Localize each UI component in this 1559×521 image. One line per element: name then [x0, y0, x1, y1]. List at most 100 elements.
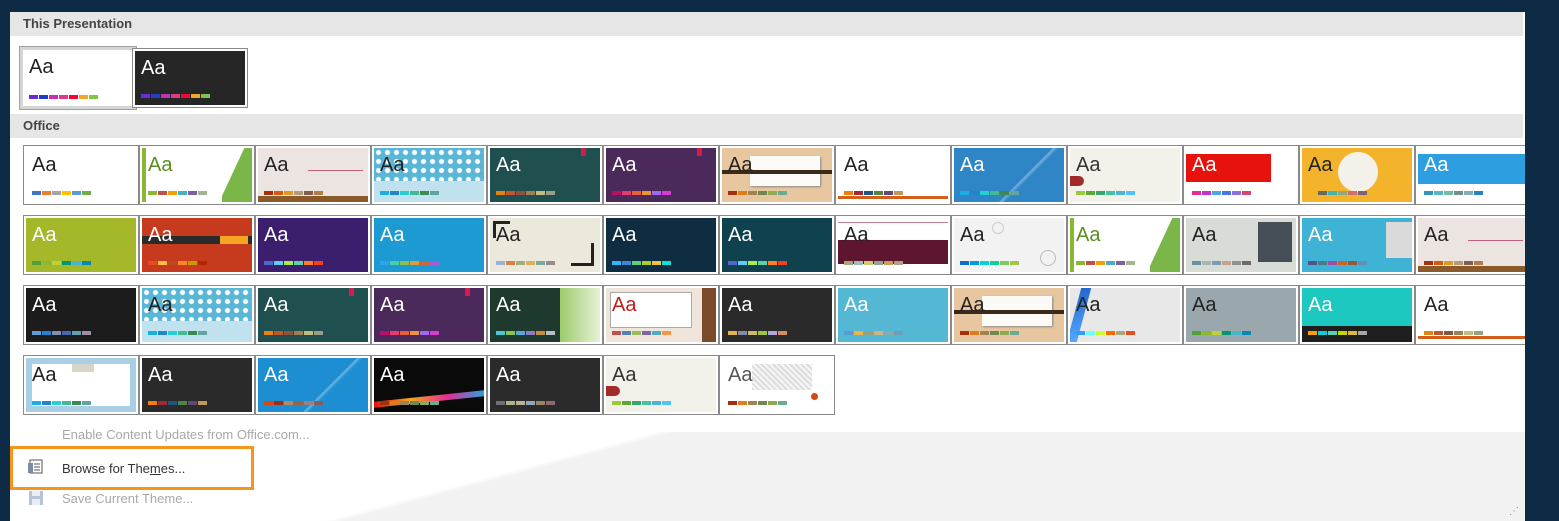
- theme-thumbnail-office[interactable]: Aa: [255, 355, 371, 415]
- theme-thumbnail-office[interactable]: Aa: [23, 285, 139, 345]
- theme-preview: Aa: [606, 358, 716, 412]
- color-swatch: [1086, 261, 1095, 265]
- color-swatch: [546, 191, 555, 195]
- theme-preview-text: Aa: [612, 154, 637, 176]
- color-swatch: [536, 191, 545, 195]
- color-swatch: [390, 331, 399, 335]
- theme-thumbnail-office[interactable]: Aa: [603, 285, 719, 345]
- theme-thumbnail-office[interactable]: Aa: [139, 215, 255, 275]
- theme-thumbnail-office[interactable]: Aa: [1299, 285, 1415, 345]
- color-swatch: [148, 191, 157, 195]
- theme-thumbnail-office[interactable]: Aa: [719, 145, 835, 205]
- theme-thumbnail-office[interactable]: Aa: [1067, 215, 1183, 275]
- theme-thumbnail-office[interactable]: Aa: [1415, 285, 1525, 345]
- theme-thumbnail-this-presentation[interactable]: Aa: [132, 48, 248, 108]
- slide-decoration: [222, 148, 252, 202]
- theme-thumbnail-office[interactable]: Aa: [371, 285, 487, 345]
- color-swatch: [62, 331, 71, 335]
- color-swatch: [79, 95, 88, 99]
- theme-color-swatches: [32, 331, 91, 335]
- theme-thumbnail-office[interactable]: Aa: [951, 145, 1067, 205]
- color-swatch: [1464, 331, 1473, 335]
- theme-thumbnail-office[interactable]: Aa: [139, 355, 255, 415]
- color-swatch: [1424, 261, 1433, 265]
- color-swatch: [738, 401, 747, 405]
- slide-decoration: [374, 390, 484, 408]
- theme-color-swatches: [148, 261, 207, 265]
- slide-decoration: [1418, 336, 1525, 339]
- theme-thumbnail-office[interactable]: Aa: [1067, 145, 1183, 205]
- theme-thumbnail-office[interactable]: Aa: [487, 285, 603, 345]
- resize-grip-icon[interactable]: ⋰: [1509, 506, 1519, 517]
- theme-thumbnail-office[interactable]: Aa: [835, 215, 951, 275]
- theme-preview: Aa: [1186, 288, 1296, 342]
- slide-decoration: [752, 364, 812, 390]
- theme-color-swatches: [496, 331, 555, 335]
- theme-thumbnail-office[interactable]: Aa: [1415, 145, 1525, 205]
- color-swatch: [1434, 261, 1443, 265]
- theme-preview: Aa: [26, 358, 136, 412]
- slide-decoration: [465, 288, 470, 296]
- theme-thumbnail-office[interactable]: Aa: [23, 355, 139, 415]
- theme-preview-text: Aa: [612, 294, 637, 316]
- color-swatch: [380, 261, 389, 265]
- color-swatch: [960, 331, 969, 335]
- theme-thumbnail-office[interactable]: Aa: [1067, 285, 1183, 345]
- theme-thumbnail-office[interactable]: Aa: [23, 215, 139, 275]
- theme-thumbnail-office[interactable]: Aa: [1183, 285, 1299, 345]
- theme-thumbnail-office[interactable]: Aa: [603, 355, 719, 415]
- theme-thumbnail-office[interactable]: Aa: [255, 215, 371, 275]
- theme-preview-text: Aa: [1076, 224, 1101, 246]
- theme-preview-text: Aa: [1192, 294, 1217, 316]
- theme-thumbnail-office[interactable]: Aa: [719, 355, 835, 415]
- theme-thumbnail-office[interactable]: Aa: [255, 145, 371, 205]
- theme-thumbnail-this-presentation[interactable]: Aa: [19, 46, 137, 110]
- theme-thumbnail-office[interactable]: Aa: [719, 285, 835, 345]
- color-swatch: [864, 261, 873, 265]
- theme-thumbnail-office[interactable]: Aa: [487, 355, 603, 415]
- theme-thumbnail-office[interactable]: Aa: [371, 355, 487, 415]
- theme-thumbnail-office[interactable]: Aa: [835, 145, 951, 205]
- theme-thumbnail-office[interactable]: Aa: [603, 215, 719, 275]
- slide-decoration: [1338, 152, 1378, 192]
- theme-thumbnail-office[interactable]: Aa: [1299, 145, 1415, 205]
- theme-thumbnail-office[interactable]: Aa: [719, 215, 835, 275]
- theme-color-swatches: [380, 191, 439, 195]
- color-swatch: [1308, 331, 1317, 335]
- color-swatch: [1202, 191, 1211, 195]
- theme-thumbnail-office[interactable]: Aa: [371, 145, 487, 205]
- gallery-scrollbar[interactable]: [1525, 12, 1559, 521]
- theme-preview-text: Aa: [148, 364, 173, 386]
- color-swatch: [970, 191, 979, 195]
- color-swatch: [410, 331, 419, 335]
- theme-thumbnail-office[interactable]: Aa: [487, 215, 603, 275]
- theme-preview-text: Aa: [496, 224, 521, 246]
- color-swatch: [778, 401, 787, 405]
- theme-thumbnail-office[interactable]: Aa: [139, 145, 255, 205]
- color-swatch: [662, 261, 671, 265]
- theme-thumbnail-office[interactable]: Aa: [371, 215, 487, 275]
- color-swatch: [632, 191, 641, 195]
- theme-thumbnail-office[interactable]: Aa: [1415, 215, 1525, 275]
- slide-decoration: [1070, 176, 1084, 186]
- color-swatch: [642, 261, 651, 265]
- color-swatch: [314, 261, 323, 265]
- color-swatch: [960, 191, 969, 195]
- color-swatch: [662, 331, 671, 335]
- color-swatch: [148, 331, 157, 335]
- theme-thumbnail-office[interactable]: Aa: [23, 145, 139, 205]
- theme-thumbnail-office[interactable]: Aa: [1183, 145, 1299, 205]
- color-swatch: [768, 261, 777, 265]
- theme-thumbnail-office[interactable]: Aa: [951, 215, 1067, 275]
- theme-thumbnail-office[interactable]: Aa: [1299, 215, 1415, 275]
- theme-thumbnail-office[interactable]: Aa: [255, 285, 371, 345]
- color-swatch: [314, 191, 323, 195]
- theme-thumbnail-office[interactable]: Aa: [835, 285, 951, 345]
- theme-thumbnail-office[interactable]: Aa: [139, 285, 255, 345]
- theme-preview: Aa: [142, 218, 252, 272]
- theme-thumbnail-office[interactable]: Aa: [487, 145, 603, 205]
- color-swatch: [622, 261, 631, 265]
- theme-thumbnail-office[interactable]: Aa: [951, 285, 1067, 345]
- theme-thumbnail-office[interactable]: Aa: [1183, 215, 1299, 275]
- theme-thumbnail-office[interactable]: Aa: [603, 145, 719, 205]
